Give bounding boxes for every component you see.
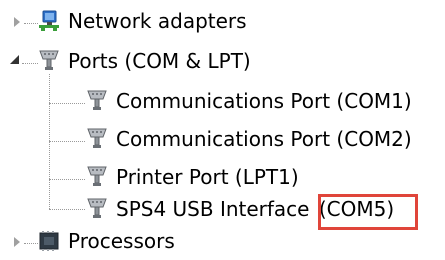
- network-adapter-icon: [39, 10, 59, 31]
- tree-item-com2[interactable]: Communications Port (COM2): [0, 122, 445, 158]
- tree-item-lpt1[interactable]: Printer Port (LPT1): [0, 160, 445, 196]
- port-connector-icon: [39, 50, 59, 70]
- port-connector-icon: [87, 198, 107, 218]
- tree-item-ports[interactable]: Ports (COM & LPT): [0, 44, 445, 80]
- device-tree: Network adapters Ports (COM & LPT) Commu…: [0, 0, 445, 254]
- tree-connector: [24, 23, 38, 24]
- tree-item-label: Ports (COM & LPT): [68, 49, 251, 73]
- tree-item-label: Printer Port (LPT1): [116, 165, 299, 189]
- tree-item-label: Network adapters: [68, 9, 247, 33]
- port-connector-icon: [87, 90, 107, 110]
- tree-connector: [49, 103, 85, 104]
- tree-item-processors[interactable]: Processors: [0, 224, 445, 260]
- tree-connector: [49, 179, 85, 180]
- tree-connector: [49, 209, 85, 210]
- tree-connector: [22, 63, 38, 64]
- tree-connector: [49, 141, 85, 142]
- port-connector-icon: [87, 128, 107, 148]
- tree-item-label: Communications Port (COM2): [116, 127, 412, 151]
- device-name: SPS4 USB Interface: [116, 197, 316, 221]
- tree-item-com1[interactable]: Communications Port (COM1): [0, 84, 445, 120]
- collapse-arrow-icon[interactable]: [10, 55, 19, 64]
- expand-arrow-icon[interactable]: [14, 17, 20, 27]
- expand-arrow-icon[interactable]: [14, 237, 20, 247]
- tree-item-label: Processors: [68, 229, 175, 253]
- tree-item-label: Communications Port (COM1): [116, 89, 412, 113]
- tree-connector: [24, 243, 38, 244]
- port-connector-icon: [87, 166, 107, 186]
- processor-icon: [39, 231, 59, 251]
- tree-item-network-adapters[interactable]: Network adapters: [0, 4, 445, 40]
